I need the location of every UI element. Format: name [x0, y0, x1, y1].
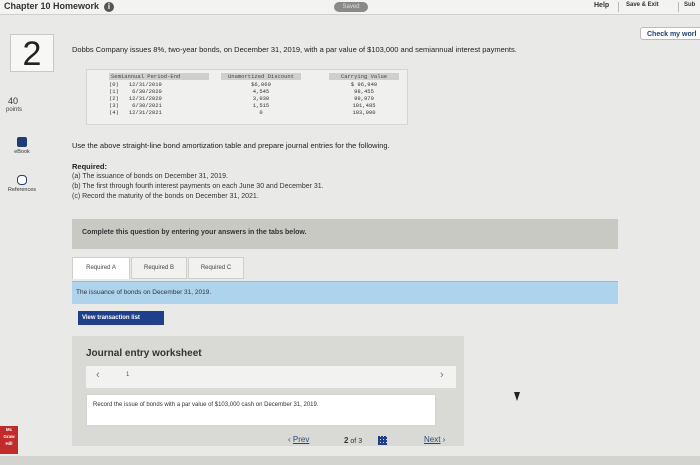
period-column: Semiannual Period-End (0) 12/31/2019 (1)…	[109, 73, 209, 116]
ebook-link[interactable]: eBook	[2, 137, 42, 155]
table-row: (1) 6/30/2020	[109, 88, 162, 95]
instructions-text: Use the above straight-line bond amortiz…	[72, 141, 390, 150]
table-cell: $6,060	[251, 81, 271, 88]
table-row: (2) 12/31/2020	[109, 95, 162, 102]
instructions-banner: Complete this question by entering your …	[72, 219, 618, 249]
save-exit-button[interactable]: Save & Exit	[626, 2, 659, 8]
journal-entry-worksheet: Journal entry worksheet ‹ 1 › Record the…	[72, 336, 464, 446]
worksheet-pager: ‹ 1 ›	[86, 366, 456, 388]
mcgraw-hill-logo: Mc Graw Hill	[0, 426, 18, 454]
table-row: (3) 6/30/2021	[109, 102, 162, 109]
worksheet-page-number[interactable]: 1	[126, 372, 129, 378]
required-item-a: (a) The issuance of bonds on December 31…	[72, 173, 228, 180]
tab-description: The issuance of bonds on December 31, 20…	[76, 289, 212, 296]
question-number-box: 2	[10, 34, 54, 73]
table-cell: 99,970	[354, 95, 374, 102]
question-text: Dobbs Company issues 8%, two-year bonds,…	[72, 45, 517, 54]
required-item-b: (b) The first through fourth interest pa…	[72, 183, 324, 190]
table-cell: 101,485	[352, 102, 376, 109]
book-icon	[17, 137, 27, 147]
required-title: Required:	[72, 162, 108, 171]
period-header: Semiannual Period-End	[109, 73, 209, 80]
tab-description-bar: The issuance of bonds on December 31, 20…	[72, 281, 618, 304]
carrying-column: Carrying Value $ 96,940 98,455 99,970 10…	[329, 73, 399, 116]
carrying-header: Carrying Value	[329, 73, 399, 80]
assignment-title: Chapter 10 Homework	[4, 1, 100, 11]
points-value: 40	[8, 96, 19, 106]
table-cell: 0	[259, 109, 263, 116]
points-label: points	[6, 107, 23, 113]
worksheet-title: Journal entry worksheet	[86, 348, 202, 359]
tab-required-c[interactable]: Required C	[188, 257, 244, 279]
tab-required-b[interactable]: Required B	[131, 257, 187, 279]
prev-button[interactable]: ‹ Prev	[288, 435, 309, 444]
question-pager: ‹ Prev 2 of 3 Next ›	[0, 432, 700, 450]
chevron-right-icon[interactable]: ›	[440, 369, 444, 381]
view-transaction-list-button[interactable]: View transaction list	[78, 311, 164, 325]
question-number: 2	[22, 35, 42, 73]
required-item-c: (c) Record the maturity of the bonds on …	[72, 193, 259, 200]
references-link[interactable]: References	[2, 175, 42, 193]
grid-icon[interactable]	[378, 436, 387, 445]
divider	[618, 2, 619, 12]
table-cell: $ 96,940	[350, 81, 378, 88]
info-icon[interactable]: i	[104, 2, 114, 12]
table-row: (4) 12/31/2021	[109, 109, 162, 116]
top-bar: Chapter 10 Homework i Saved Help Save & …	[0, 0, 700, 15]
footer-bar	[0, 456, 700, 465]
complete-prompt: Complete this question by entering your …	[82, 229, 307, 236]
page-indicator: 2 of 3	[344, 436, 363, 445]
references-label: References	[7, 187, 37, 193]
saved-status-badge: Saved	[334, 2, 368, 12]
chevron-left-icon[interactable]: ‹	[96, 369, 100, 381]
table-row: (0) 12/31/2019	[109, 81, 162, 88]
references-icon	[17, 175, 27, 185]
amortization-table: Semiannual Period-End (0) 12/31/2019 (1)…	[86, 69, 408, 125]
tab-required-a[interactable]: Required A	[72, 257, 130, 279]
mouse-cursor-icon	[514, 392, 520, 401]
table-cell: 1,515	[252, 102, 270, 109]
divider	[678, 2, 679, 12]
next-button[interactable]: Next ›	[424, 435, 445, 444]
table-cell: 103,000	[352, 109, 376, 116]
help-button[interactable]: Help	[594, 2, 609, 9]
table-cell: 98,455	[354, 88, 374, 95]
table-cell: 3,030	[252, 95, 270, 102]
submit-button[interactable]: Sub	[684, 2, 695, 8]
discount-header: Unamortized Discount	[221, 73, 301, 80]
ebook-label: eBook	[14, 149, 30, 155]
worksheet-instruction: Record the issue of bonds with a par val…	[86, 394, 436, 426]
table-cell: 4,545	[252, 88, 270, 95]
check-my-work-button[interactable]: Check my worl	[640, 27, 700, 40]
discount-column: Unamortized Discount $6,060 4,545 3,030 …	[221, 73, 301, 116]
